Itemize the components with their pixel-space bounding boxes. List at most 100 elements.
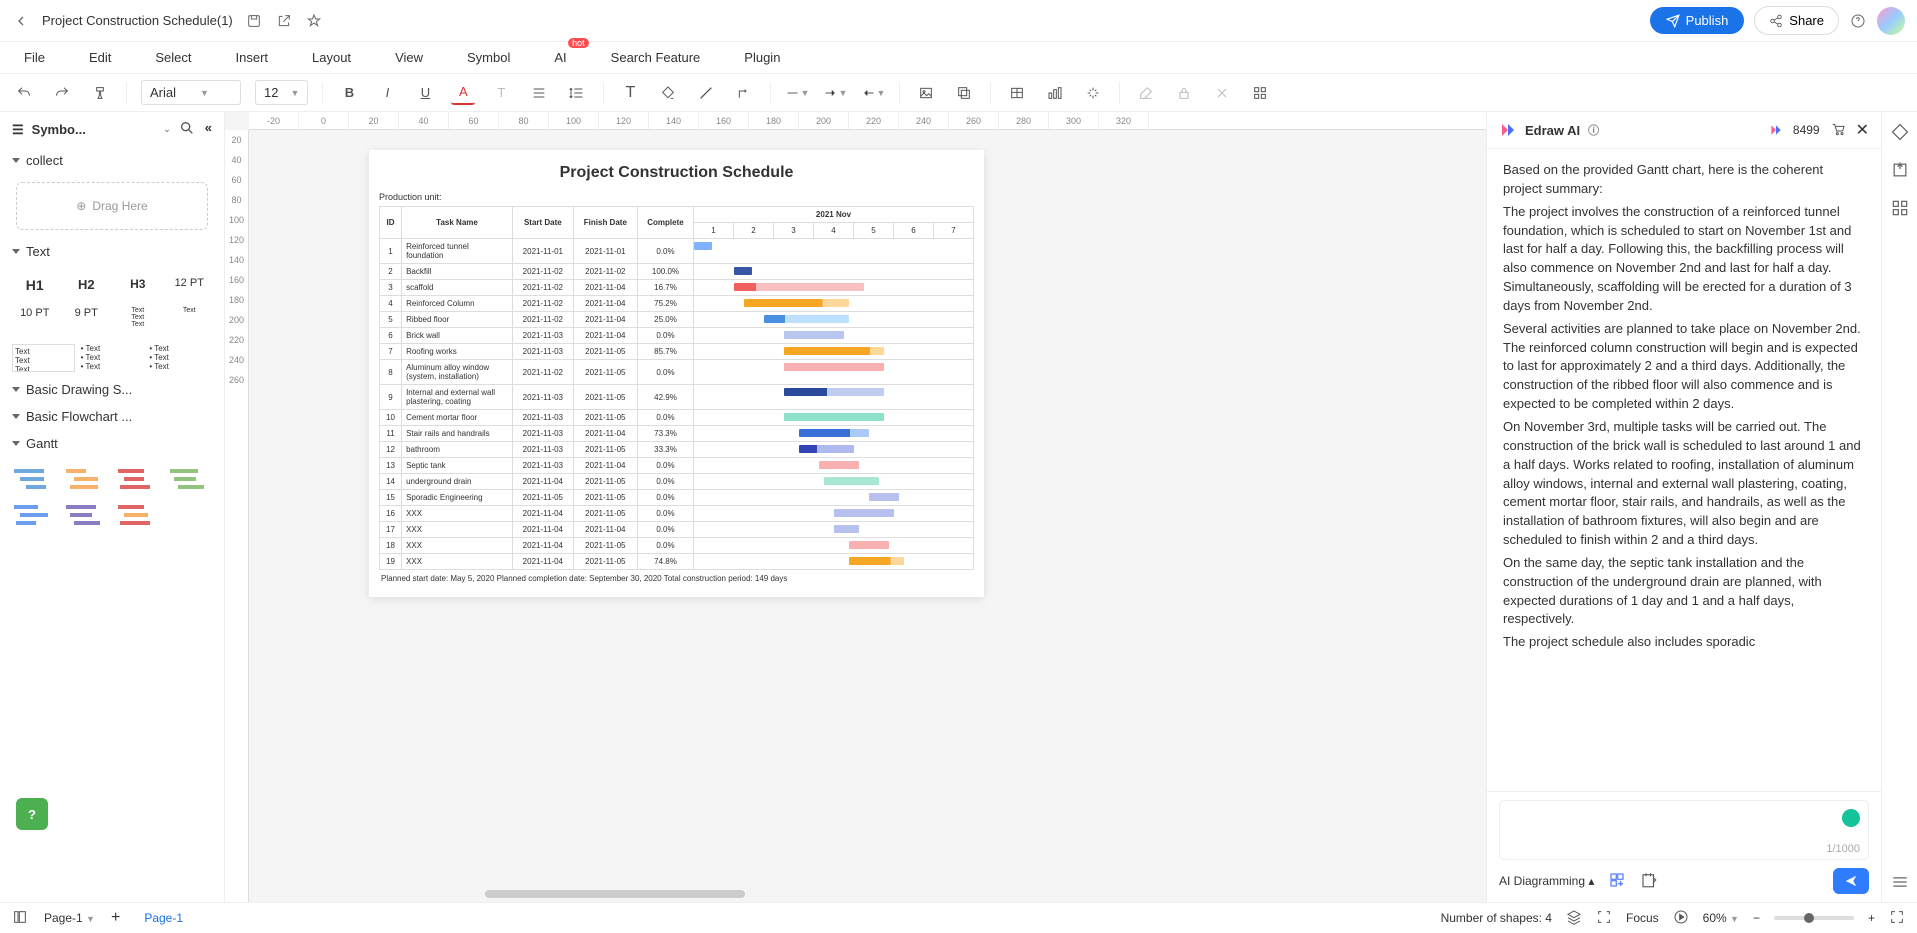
zoom-in-icon[interactable]: + [1868, 911, 1875, 925]
section-gantt[interactable]: Gantt [0, 430, 224, 457]
cart-icon[interactable] [1830, 121, 1846, 140]
tools-icon[interactable] [1210, 81, 1234, 105]
menu-symbol[interactable]: Symbol [463, 42, 514, 73]
ai-diagramming-btn[interactable]: AI Diagramming ▴ [1499, 874, 1594, 888]
text-h2[interactable]: H2 [64, 273, 110, 297]
menu-edit[interactable]: Edit [85, 42, 115, 73]
close-icon[interactable]: ✕ [1856, 120, 1869, 140]
ai-input[interactable]: 1/1000 [1499, 800, 1869, 860]
pages-icon[interactable] [12, 909, 28, 928]
text-10pt[interactable]: 10 PT [12, 303, 58, 332]
text-h3[interactable]: H3 [115, 273, 161, 297]
gantt-thumb-4[interactable] [168, 465, 210, 493]
menu-plugin[interactable]: Plugin [740, 42, 784, 73]
menu-search-feature[interactable]: Search Feature [607, 42, 705, 73]
table-icon[interactable] [1005, 81, 1029, 105]
send-button[interactable] [1833, 868, 1869, 894]
format-painter-icon[interactable] [88, 81, 112, 105]
text-12pt[interactable]: 12 PT [167, 273, 213, 297]
bullet-list-shape-2[interactable]: • Text• Text• Text [149, 344, 212, 372]
sparkle-icon[interactable] [1081, 81, 1105, 105]
ai-action-icon-1[interactable] [1608, 871, 1626, 892]
library-menu-icon[interactable]: ⌄ [163, 124, 171, 135]
section-basic-drawing[interactable]: Basic Drawing S... [0, 376, 224, 403]
grammarly-icon[interactable] [1842, 809, 1860, 827]
section-collect[interactable]: collect [0, 147, 224, 174]
library-icon[interactable]: ☰ [12, 122, 24, 138]
section-basic-flowchart[interactable]: Basic Flowchart ... [0, 403, 224, 430]
menu-view[interactable]: View [391, 42, 427, 73]
gantt-thumb-5[interactable] [12, 501, 54, 529]
align-icon[interactable] [527, 81, 551, 105]
chart-icon[interactable] [1043, 81, 1067, 105]
grid-icon[interactable] [1248, 81, 1272, 105]
play-icon[interactable] [1673, 909, 1689, 928]
section-text[interactable]: Text [0, 238, 224, 265]
share-button[interactable]: Share [1754, 6, 1839, 35]
line-spacing-icon[interactable] [565, 81, 589, 105]
ai-action-icon-2[interactable] [1640, 871, 1658, 892]
undo-icon[interactable] [12, 81, 36, 105]
image-icon[interactable] [914, 81, 938, 105]
menu-insert[interactable]: Insert [232, 42, 273, 73]
help-icon[interactable] [1849, 12, 1867, 30]
user-avatar[interactable] [1877, 7, 1905, 35]
search-icon[interactable] [179, 120, 195, 139]
arrow-start-icon[interactable]: ▼ [823, 81, 847, 105]
bullet-list-shape[interactable]: • Text• Text• Text [81, 344, 144, 372]
rail-diamond-icon[interactable] [1890, 122, 1910, 142]
star-icon[interactable] [305, 12, 323, 30]
redo-icon[interactable] [50, 81, 74, 105]
canvas[interactable]: Project Construction Schedule Production… [249, 130, 1486, 902]
layers-icon[interactable] [952, 81, 976, 105]
menu-file[interactable]: File [20, 42, 49, 73]
focus-target-icon[interactable] [1596, 909, 1612, 928]
layers-status-icon[interactable] [1566, 909, 1582, 928]
rail-menu-icon[interactable] [1890, 872, 1910, 892]
arrow-end-icon[interactable]: ▼ [861, 81, 885, 105]
text-block-2[interactable]: Text [167, 303, 213, 332]
case-icon[interactable]: T [489, 81, 513, 105]
focus-label[interactable]: Focus [1626, 911, 1659, 925]
text-block-1[interactable]: TextTextText [115, 303, 161, 332]
text-tool-icon[interactable]: T [618, 81, 642, 105]
menu-select[interactable]: Select [151, 42, 195, 73]
fullscreen-icon[interactable] [1889, 909, 1905, 928]
line-color-icon[interactable] [694, 81, 718, 105]
zoom-out-icon[interactable]: − [1753, 911, 1760, 925]
gantt-thumb-3[interactable] [116, 465, 158, 493]
page-select[interactable]: Page-1 ▼ [44, 911, 95, 925]
fill-icon[interactable] [656, 81, 680, 105]
font-color-icon[interactable]: A [451, 81, 475, 105]
help-bubble[interactable]: ? [16, 798, 48, 830]
gantt-thumb-6[interactable] [64, 501, 106, 529]
back-icon[interactable] [12, 12, 30, 30]
save-icon[interactable] [245, 12, 263, 30]
rail-apps-icon[interactable] [1890, 198, 1910, 218]
ai-info-icon[interactable]: ⓘ [1588, 122, 1599, 138]
document-page[interactable]: Project Construction Schedule Production… [369, 150, 984, 597]
underline-icon[interactable]: U [413, 81, 437, 105]
drag-zone[interactable]: ⊕Drag Here [16, 182, 208, 230]
edit-disabled-icon[interactable] [1134, 81, 1158, 105]
publish-button[interactable]: Publish [1650, 7, 1745, 34]
horizontal-scrollbar[interactable] [485, 890, 745, 898]
lock-icon[interactable] [1172, 81, 1196, 105]
gantt-thumb-1[interactable] [12, 465, 54, 493]
menu-ai[interactable]: AIhot [550, 42, 570, 73]
textbox-shape[interactable]: TextTextText [12, 344, 75, 372]
line-style-icon[interactable]: ▼ [785, 81, 809, 105]
zoom-value[interactable]: 60% ▼ [1703, 911, 1739, 925]
open-external-icon[interactable] [275, 12, 293, 30]
size-select[interactable]: 12▼ [255, 80, 308, 105]
font-select[interactable]: Arial▼ [141, 80, 241, 105]
rail-export-icon[interactable] [1890, 160, 1910, 180]
add-page-icon[interactable]: + [111, 909, 120, 927]
connector-icon[interactable] [732, 81, 756, 105]
italic-icon[interactable]: I [375, 81, 399, 105]
gantt-thumb-2[interactable] [64, 465, 106, 493]
gantt-thumb-7[interactable] [116, 501, 158, 529]
text-h1[interactable]: H1 [12, 273, 58, 297]
zoom-slider[interactable] [1774, 916, 1854, 920]
page-tab[interactable]: Page-1 [136, 907, 191, 929]
